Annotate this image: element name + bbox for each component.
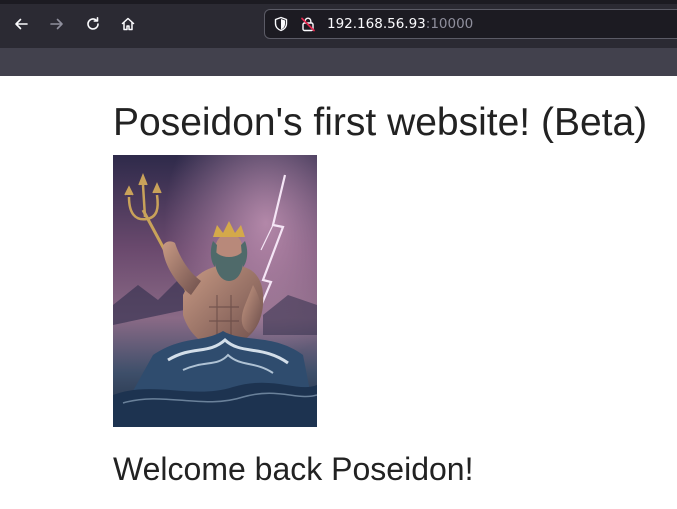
arrow-left-icon [15,18,28,30]
arrow-right-icon [50,18,63,30]
page-title: Poseidon's first website! (Beta) [113,101,648,144]
poseidon-image [113,155,317,427]
home-icon [121,17,135,31]
browser-toolbar: 192.168.56.93:10000 [0,0,677,76]
url-port: :10000 [425,16,474,32]
shield-icon[interactable] [273,16,289,36]
reload-button[interactable] [78,9,108,39]
url-bar[interactable]: 192.168.56.93:10000 [264,9,677,39]
tab-strip-edge [0,0,677,4]
reload-icon [87,17,99,30]
bookmarks-bar [0,48,677,76]
forward-button[interactable] [42,9,72,39]
welcome-message: Welcome back Poseidon! [113,451,474,487]
back-button[interactable] [6,9,36,39]
insecure-lock-icon[interactable] [300,16,316,36]
url-text[interactable]: 192.168.56.93:10000 [327,16,473,33]
home-button[interactable] [113,9,143,39]
url-host: 192.168.56.93 [327,16,426,32]
